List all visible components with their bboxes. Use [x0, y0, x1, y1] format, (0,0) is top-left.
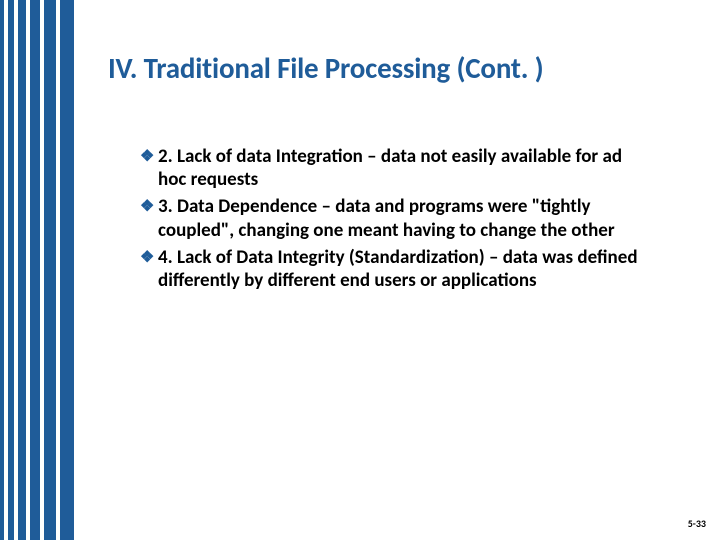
bullet-item: ❖2. Lack of data Integration – data not …	[140, 145, 650, 191]
stripe-bar	[8, 0, 14, 540]
stripe-bar	[30, 0, 40, 540]
diamond-icon: ❖	[140, 195, 154, 218]
stripe-bar	[60, 0, 74, 540]
stripe-bar	[44, 0, 56, 540]
page-number: 5-33	[688, 517, 706, 530]
diamond-icon: ❖	[140, 246, 154, 269]
stripe-bar	[0, 0, 4, 540]
bullet-item: ❖3. Data Dependence – data and programs …	[140, 195, 650, 241]
side-stripes	[0, 0, 74, 540]
bullet-text: 4. Lack of Data Integrity (Standardizati…	[158, 246, 650, 292]
slide-body: ❖2. Lack of data Integration – data not …	[140, 145, 650, 296]
bullet-text: 2. Lack of data Integration – data not e…	[158, 145, 650, 191]
bullet-item: ❖4. Lack of Data Integrity (Standardizat…	[140, 246, 650, 292]
stripe-bar	[18, 0, 26, 540]
slide: IV. Traditional File Processing (Cont. )…	[0, 0, 720, 540]
diamond-icon: ❖	[140, 145, 154, 168]
slide-title: IV. Traditional File Processing (Cont. )	[108, 50, 688, 86]
bullet-text: 3. Data Dependence – data and programs w…	[158, 195, 650, 241]
